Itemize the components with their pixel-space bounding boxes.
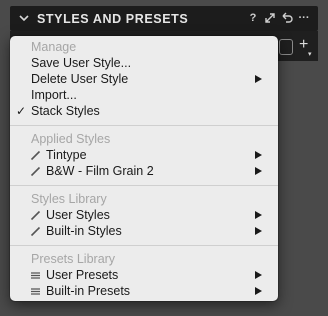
styles-presets-panel-header[interactable]: STYLES AND PRESETS ? ··· xyxy=(10,6,318,31)
checkmark-icon: ✓ xyxy=(16,104,27,118)
add-style-button[interactable]: + ▾ xyxy=(299,36,312,59)
style-brush-icon xyxy=(30,226,41,237)
preset-list-icon xyxy=(31,288,40,295)
menu-heading-manage: Manage xyxy=(31,40,77,54)
styles-dropdown-menu: Manage Save User Style... Delete User St… xyxy=(10,36,278,301)
submenu-arrow-icon xyxy=(255,227,262,235)
submenu-arrow-icon xyxy=(255,151,262,159)
expand-icon[interactable] xyxy=(264,12,276,24)
style-field-edge[interactable] xyxy=(279,39,293,55)
style-brush-icon xyxy=(30,166,41,177)
caret-down-icon: ▾ xyxy=(308,51,312,58)
more-icon[interactable]: ··· xyxy=(298,11,310,25)
reset-icon[interactable] xyxy=(281,12,293,24)
menu-item-stack-styles[interactable]: ✓ Stack Styles xyxy=(10,103,278,119)
plus-icon: + xyxy=(299,36,309,53)
menu-separator xyxy=(10,245,278,246)
menu-item-user-presets[interactable]: User Presets xyxy=(10,267,278,283)
menu-heading-applied-styles: Applied Styles xyxy=(31,132,111,146)
style-brush-icon xyxy=(30,210,41,221)
menu-heading-presets-library: Presets Library xyxy=(31,252,116,266)
submenu-arrow-icon xyxy=(255,211,262,219)
menu-separator xyxy=(10,185,278,186)
menu-item-user-styles[interactable]: User Styles xyxy=(10,207,278,223)
submenu-arrow-icon xyxy=(255,167,262,175)
preset-list-icon xyxy=(31,272,40,279)
menu-item-import[interactable]: Import... xyxy=(10,87,278,103)
menu-item-save-user-style[interactable]: Save User Style... xyxy=(10,55,278,71)
menu-separator xyxy=(10,125,278,126)
menu-item-tintype[interactable]: Tintype xyxy=(10,147,278,163)
menu-item-bw-film-grain-2[interactable]: B&W - Film Grain 2 xyxy=(10,163,278,179)
chevron-down-icon[interactable] xyxy=(19,13,29,23)
menu-item-built-in-presets[interactable]: Built-in Presets xyxy=(10,283,278,299)
menu-item-delete-user-style[interactable]: Delete User Style xyxy=(10,71,278,87)
panel-title: STYLES AND PRESETS xyxy=(37,12,189,26)
help-icon[interactable]: ? xyxy=(247,11,259,25)
submenu-arrow-icon xyxy=(255,271,262,279)
submenu-arrow-icon xyxy=(255,287,262,295)
submenu-arrow-icon xyxy=(255,75,262,83)
menu-heading-styles-library: Styles Library xyxy=(31,192,107,206)
style-brush-icon xyxy=(30,150,41,161)
menu-item-built-in-styles[interactable]: Built-in Styles xyxy=(10,223,278,239)
